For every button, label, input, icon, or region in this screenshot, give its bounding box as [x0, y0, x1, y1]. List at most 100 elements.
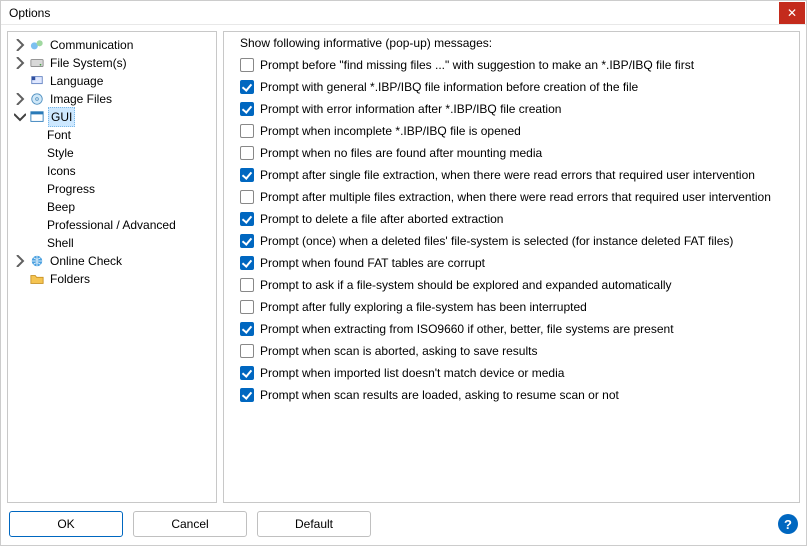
checkbox[interactable] [240, 344, 254, 358]
checkbox[interactable] [240, 300, 254, 314]
checkbox[interactable] [240, 124, 254, 138]
button-label: OK [57, 517, 74, 531]
tree-item-language[interactable]: Language [12, 72, 214, 90]
tree-item-progress[interactable]: Progress [28, 180, 214, 198]
close-icon: ✕ [787, 6, 797, 20]
button-label: Default [295, 517, 333, 531]
checkbox-label[interactable]: Prompt (once) when a deleted files' file… [260, 232, 733, 250]
tree-item-label: Image Files [48, 90, 114, 108]
checkbox-label[interactable]: Prompt when no files are found after mou… [260, 144, 542, 162]
checkbox[interactable] [240, 80, 254, 94]
chevron-right-icon[interactable] [14, 93, 26, 105]
checkbox[interactable] [240, 256, 254, 270]
checkbox-row: Prompt after single file extraction, whe… [240, 166, 783, 184]
tree-item-label: Communication [48, 36, 135, 54]
question-icon: ? [784, 517, 792, 532]
checkbox-row: Prompt when found FAT tables are corrupt [240, 254, 783, 272]
settings-panel: Show following informative (pop-up) mess… [223, 31, 800, 503]
checkbox-row: Prompt when incomplete *.IBP/IBQ file is… [240, 122, 783, 140]
tree-item-label: Style [45, 144, 76, 162]
tree-item-label: Professional / Advanced [45, 216, 178, 234]
checkbox-row: Prompt when imported list doesn't match … [240, 364, 783, 382]
checkbox-row: Prompt when scan is aborted, asking to s… [240, 342, 783, 360]
tree-item-style[interactable]: Style [28, 144, 214, 162]
chevron-right-icon[interactable] [14, 39, 26, 51]
checkbox[interactable] [240, 234, 254, 248]
dialog-footer: OK Cancel Default ? [1, 503, 806, 545]
tree-item-folders[interactable]: Folders [12, 270, 214, 288]
checkbox-row: Prompt before "find missing files ..." w… [240, 56, 783, 74]
tree-item-onlinecheck[interactable]: Online Check [12, 252, 214, 270]
tree-item-font[interactable]: Font [28, 126, 214, 144]
tree-item-filesystems[interactable]: File System(s) [12, 54, 214, 72]
folder-icon [29, 271, 45, 287]
tree-item-label: Online Check [48, 252, 124, 270]
tree-item-professional[interactable]: Professional / Advanced [28, 216, 214, 234]
checkbox-row: Prompt when no files are found after mou… [240, 144, 783, 162]
chevron-right-icon[interactable] [14, 57, 26, 69]
popup-messages-group: Show following informative (pop-up) mess… [230, 38, 793, 414]
default-button[interactable]: Default [257, 511, 371, 537]
tree-item-label: Font [45, 126, 73, 144]
disc-icon [29, 91, 45, 107]
tree-item-label: Icons [45, 162, 78, 180]
globe-icon [29, 253, 45, 269]
checkbox-row: Prompt when scan results are loaded, ask… [240, 386, 783, 404]
checkbox-label[interactable]: Prompt after fully exploring a file-syst… [260, 298, 587, 316]
checkbox-row: Prompt after fully exploring a file-syst… [240, 298, 783, 316]
drive-icon [29, 55, 45, 71]
checkbox-label[interactable]: Prompt with error information after *.IB… [260, 100, 561, 118]
category-tree[interactable]: Communication File System(s) [7, 31, 217, 503]
tree-item-icons[interactable]: Icons [28, 162, 214, 180]
tree-item-communication[interactable]: Communication [12, 36, 214, 54]
checkbox-label[interactable]: Prompt after multiple files extraction, … [260, 188, 771, 206]
checkbox-row: Prompt after multiple files extraction, … [240, 188, 783, 206]
tree-item-gui[interactable]: GUI [12, 108, 214, 126]
options-dialog: Options ✕ Communication [0, 0, 807, 546]
cancel-button[interactable]: Cancel [133, 511, 247, 537]
chevron-right-icon[interactable] [14, 255, 26, 267]
window-icon [29, 109, 45, 125]
tree-item-label: GUI [48, 107, 75, 127]
window-title: Options [9, 6, 779, 20]
checkbox-label[interactable]: Prompt to delete a file after aborted ex… [260, 210, 503, 228]
checkbox-label[interactable]: Prompt with general *.IBP/IBQ file infor… [260, 78, 638, 96]
checkbox[interactable] [240, 366, 254, 380]
tree-item-imagefiles[interactable]: Image Files [12, 90, 214, 108]
tree-item-shell[interactable]: Shell [28, 234, 214, 252]
checkbox[interactable] [240, 190, 254, 204]
checkbox-row: Prompt to delete a file after aborted ex… [240, 210, 783, 228]
titlebar: Options ✕ [1, 1, 806, 25]
checkbox-row: Prompt with error information after *.IB… [240, 100, 783, 118]
tree-item-label: File System(s) [48, 54, 129, 72]
checkbox[interactable] [240, 146, 254, 160]
checkbox[interactable] [240, 168, 254, 182]
checkbox[interactable] [240, 212, 254, 226]
tree-item-label: Beep [45, 198, 77, 216]
checkbox-label[interactable]: Prompt when scan results are loaded, ask… [260, 386, 619, 404]
checkbox-label[interactable]: Prompt when scan is aborted, asking to s… [260, 342, 537, 360]
group-legend: Show following informative (pop-up) mess… [236, 36, 496, 50]
checkbox-label[interactable]: Prompt when found FAT tables are corrupt [260, 254, 485, 272]
checkbox-label[interactable]: Prompt to ask if a file-system should be… [260, 276, 672, 294]
help-button[interactable]: ? [778, 514, 798, 534]
checkbox[interactable] [240, 58, 254, 72]
tree-item-label: Shell [45, 234, 76, 252]
comm-icon [29, 37, 45, 53]
checkbox[interactable] [240, 388, 254, 402]
close-button[interactable]: ✕ [779, 2, 805, 24]
checkbox-label[interactable]: Prompt when extracting from ISO9660 if o… [260, 320, 674, 338]
flag-icon [29, 73, 45, 89]
tree-item-label: Progress [45, 180, 97, 198]
checkbox-label[interactable]: Prompt after single file extraction, whe… [260, 166, 755, 184]
checkbox[interactable] [240, 322, 254, 336]
checkbox[interactable] [240, 102, 254, 116]
checkbox-label[interactable]: Prompt when incomplete *.IBP/IBQ file is… [260, 122, 521, 140]
ok-button[interactable]: OK [9, 511, 123, 537]
checkbox-label[interactable]: Prompt before "find missing files ..." w… [260, 56, 694, 74]
tree-item-label: Language [48, 72, 105, 90]
checkbox[interactable] [240, 278, 254, 292]
chevron-down-icon[interactable] [14, 111, 26, 123]
tree-item-beep[interactable]: Beep [28, 198, 214, 216]
checkbox-label[interactable]: Prompt when imported list doesn't match … [260, 364, 564, 382]
